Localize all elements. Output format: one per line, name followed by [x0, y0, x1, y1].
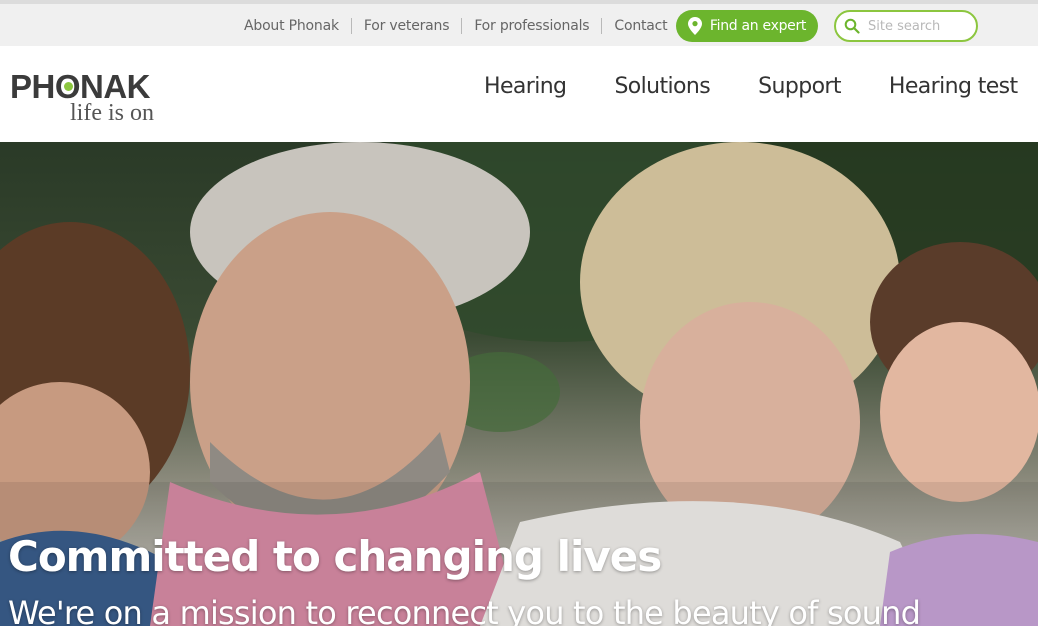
site-search[interactable] [834, 10, 978, 42]
find-expert-label: Find an expert [709, 18, 807, 34]
phonak-logo[interactable]: PHONAK life is on [10, 68, 170, 130]
hero-title: Committed to changing lives [8, 532, 662, 581]
utility-link-contact[interactable]: Contact [602, 18, 679, 34]
nav-item-support[interactable]: Support [758, 74, 841, 99]
utility-link-professionals[interactable]: For professionals [462, 18, 601, 34]
utility-bar: About Phonak For veterans For profession… [0, 0, 1038, 46]
utility-links: About Phonak For veterans For profession… [232, 12, 679, 40]
map-pin-icon [687, 17, 702, 35]
nav-item-hearing[interactable]: Hearing [484, 74, 567, 99]
main-navigation: Hearing Solutions Support Hearing test [484, 74, 1018, 99]
hero-subtitle: We're on a mission to reconnect you to t… [8, 594, 921, 626]
logo-tagline: life is on [70, 100, 154, 126]
site-header: PHONAK life is on Hearing Solutions Supp… [0, 46, 1038, 142]
nav-item-hearing-test[interactable]: Hearing test [889, 74, 1018, 99]
utility-link-about[interactable]: About Phonak [232, 18, 351, 34]
find-expert-button[interactable]: Find an expert [676, 10, 818, 42]
search-input[interactable] [868, 18, 968, 34]
logo-dot [64, 82, 73, 91]
nav-item-solutions[interactable]: Solutions [614, 74, 710, 99]
hero-banner: Committed to changing lives We're on a m… [0, 142, 1038, 626]
search-icon[interactable] [844, 18, 860, 34]
utility-link-veterans[interactable]: For veterans [352, 18, 461, 34]
